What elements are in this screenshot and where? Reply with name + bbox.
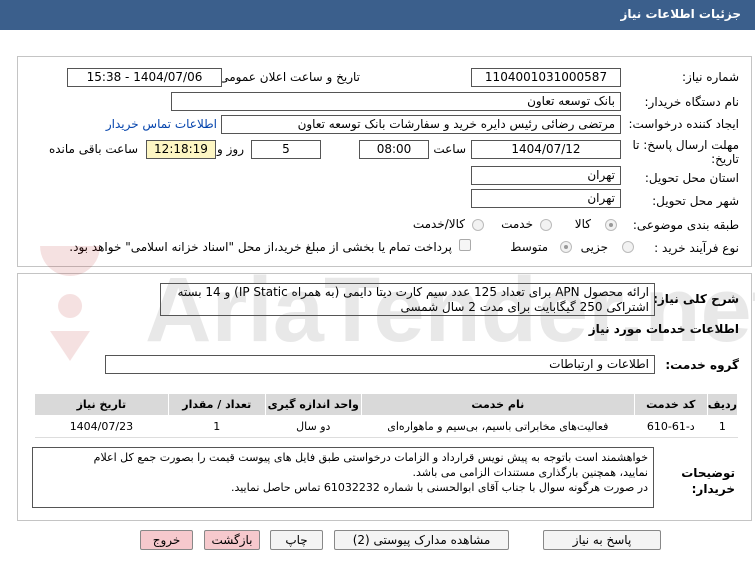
treasury-payment-note: پرداخت تمام یا بخشی از مبلغ خرید،از محل …	[69, 240, 452, 254]
cell-quantity: 1	[168, 415, 266, 438]
cell-need-date: 1404/07/23	[34, 415, 169, 438]
treasury-payment-checkbox[interactable]	[459, 239, 471, 251]
summary-text: ارائه محصول APN برای تعداد 125 عدد سیم ک…	[160, 283, 655, 316]
need-info-panel	[17, 56, 752, 267]
col-service-name: نام خدمت	[360, 393, 635, 416]
deadline-label: مهلت ارسال پاسخ: تا	[632, 138, 739, 152]
hour-label: ساعت	[433, 142, 466, 156]
need-number-label: شماره نیاز:	[682, 70, 739, 84]
process-option-minor: جزیی	[580, 240, 608, 254]
title-bar: جزئیات اطلاعات نیاز	[0, 0, 755, 30]
province-field: تهران	[471, 166, 621, 185]
deadline-time-field: 08:00	[359, 140, 429, 159]
province-label: استان محل تحویل:	[644, 171, 739, 185]
cell-service-name: فعالیت‌های مخابراتی باسیم، بی‌سیم و ماهو…	[361, 415, 635, 438]
col-need-date: تاریخ نیاز	[34, 393, 169, 416]
back-button[interactable]: بازگشت	[204, 530, 260, 550]
category-radio-service[interactable]	[540, 219, 552, 231]
days-field: 5	[251, 140, 321, 159]
print-button[interactable]: چاپ	[270, 530, 323, 550]
col-service-code: کد خدمت	[633, 393, 708, 416]
buyer-org-field: بانک توسعه تعاون	[171, 92, 621, 111]
reply-button[interactable]: پاسخ به نیاز	[543, 530, 661, 550]
process-option-medium: متوسط	[510, 240, 548, 254]
city-label: شهر محل تحویل:	[652, 194, 739, 208]
category-option-goods-service: کالا/خدمت	[412, 217, 465, 231]
service-group-field: اطلاعات و ارتباطات	[105, 355, 655, 374]
col-quantity: تعداد / مقدار	[167, 393, 266, 416]
category-option-service: خدمت	[501, 217, 533, 231]
days-label: روز و	[217, 142, 244, 156]
summary-text-content: ارائه محصول APN برای تعداد 125 عدد سیم ک…	[177, 285, 650, 314]
category-option-goods: کالا	[574, 217, 591, 231]
col-row: ردیف	[706, 393, 739, 416]
category-radio-goods-service[interactable]	[472, 219, 484, 231]
remaining-label: ساعت باقی مانده	[48, 142, 138, 156]
category-label: طبقه بندی موضوعی:	[632, 218, 739, 232]
buyer-contact-link[interactable]: اطلاعات تماس خریدار	[106, 117, 217, 131]
services-table-header: ردیف کد خدمت نام خدمت واحد اندازه گیری ت…	[34, 393, 739, 416]
notes-label: توضیحات	[681, 466, 735, 480]
announce-field: 1404/07/06 - 15:38	[67, 68, 222, 87]
deadline-label-date: تاریخ:	[711, 152, 739, 166]
remaining-time-field: 12:18:19	[146, 140, 216, 159]
announce-label: تاریخ و ساعت اعلان عمومی:	[215, 70, 360, 84]
cell-service-code: د-61-610	[634, 415, 708, 438]
notes-label-buyer: خریدار:	[691, 482, 735, 496]
notes-line-2: نمایید، همچنین بارگذاری مستندات الزامی م…	[412, 466, 648, 479]
attachments-button[interactable]: مشاهده مدارک پیوستی (2)	[334, 530, 509, 550]
table-row: 1 د-61-610 فعالیت‌های مخابراتی باسیم، بی…	[34, 415, 738, 438]
service-group-label: گروه خدمت:	[665, 358, 739, 372]
cell-row: 1	[707, 415, 738, 438]
buyer-notes[interactable]: خواهشمند است باتوجه به پیش نویس قرارداد …	[32, 447, 654, 508]
need-number-field: 1104001031000587	[471, 68, 621, 87]
notes-line-1: خواهشمند است باتوجه به پیش نویس قرارداد …	[93, 451, 648, 464]
deadline-date-field: 1404/07/12	[471, 140, 621, 159]
process-label: نوع فرآیند خرید :	[654, 241, 739, 255]
notes-line-3: در صورت هرگونه سوال با جناب آقای ابوالحس…	[230, 481, 648, 494]
summary-label: شرح کلی نیاز:	[653, 292, 739, 306]
page-title: جزئیات اطلاعات نیاز	[620, 7, 741, 21]
services-section-title: اطلاعات خدمات مورد نیاز	[588, 322, 739, 336]
category-radio-goods[interactable]	[605, 219, 617, 231]
cell-unit: دو سال	[265, 415, 362, 438]
creator-field: مرتضی رضائی رئیس دایره خرید و سفارشات با…	[221, 115, 621, 134]
exit-button[interactable]: خروج	[140, 530, 193, 550]
services-table: ردیف کد خدمت نام خدمت واحد اندازه گیری ت…	[34, 393, 739, 438]
city-field: تهران	[471, 189, 621, 208]
process-radio-minor[interactable]	[622, 241, 634, 253]
col-unit: واحد اندازه گیری	[264, 393, 362, 416]
creator-label: ایجاد کننده درخواست:	[628, 117, 739, 131]
buyer-org-label: نام دستگاه خریدار:	[644, 95, 740, 109]
process-radio-medium[interactable]	[560, 241, 572, 253]
